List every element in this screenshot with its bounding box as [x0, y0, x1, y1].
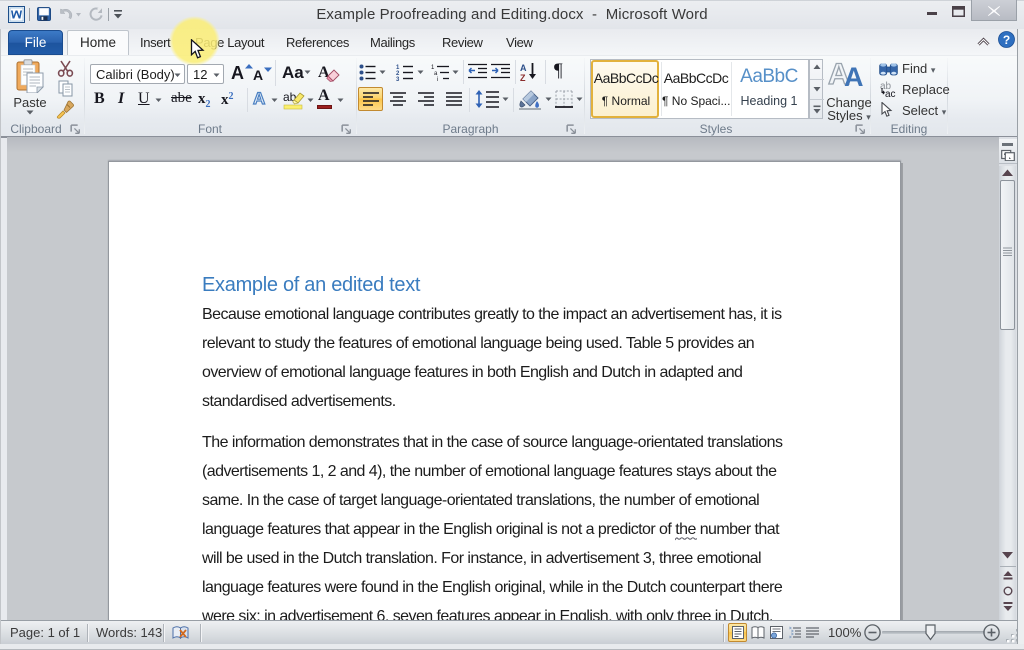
svg-text:?: ?: [1003, 33, 1010, 47]
svg-text:ac: ac: [885, 89, 896, 98]
svg-text:3: 3: [396, 77, 400, 81]
svg-text:Z: Z: [520, 73, 526, 82]
svg-text:A: A: [520, 63, 527, 73]
svg-text:i: i: [437, 77, 438, 81]
